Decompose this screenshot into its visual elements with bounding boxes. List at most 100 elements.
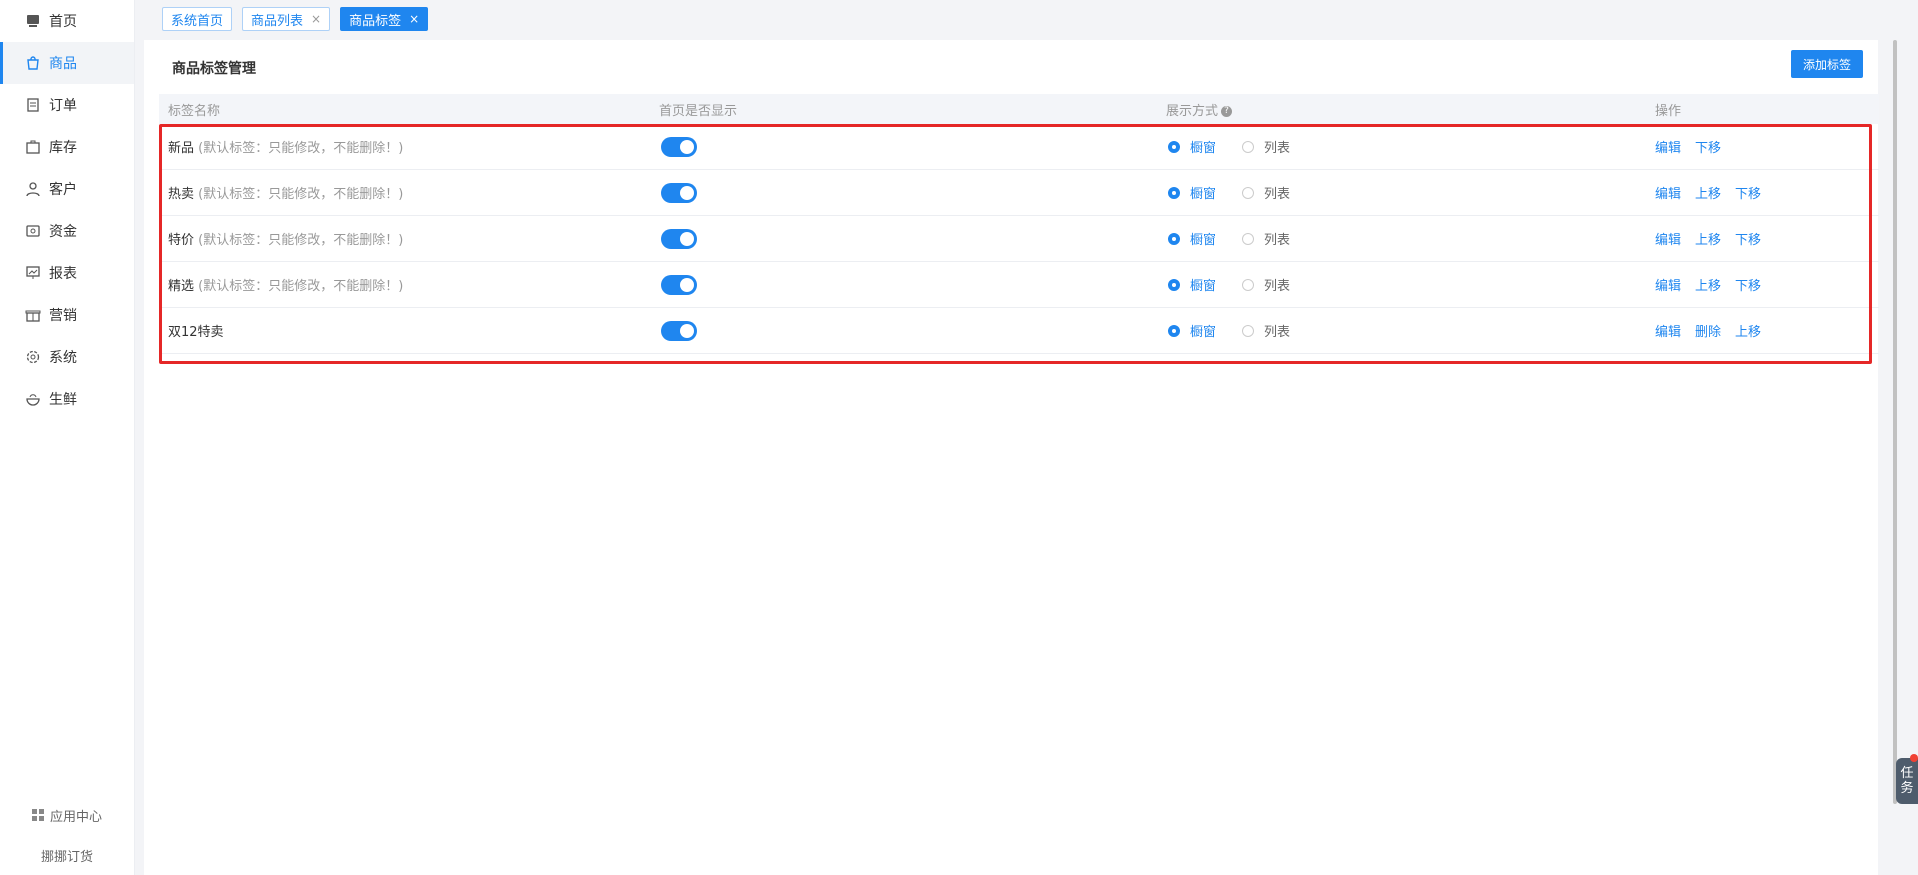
sidebar-item-label: 库存	[49, 140, 77, 156]
task-widget-line1: 任	[1900, 766, 1914, 781]
tag-name: 精选	[168, 279, 195, 294]
radio-list[interactable]: 列表	[1242, 275, 1290, 294]
tag-note: (默认标签：只能修改，不能删除！)	[198, 279, 404, 294]
radio-dot	[1242, 232, 1255, 245]
actions-cell: 编辑 删除 上移	[1655, 321, 1879, 340]
tabs-bar: 系统首页 商品列表 × 商品标签 ×	[144, 0, 1918, 38]
action-link[interactable]: 上移	[1695, 183, 1721, 202]
header-display-mode: 展示方式?	[1152, 100, 1655, 119]
grid-icon	[31, 809, 44, 821]
show-home-toggle[interactable]	[661, 182, 697, 203]
action-link[interactable]: 编辑	[1655, 321, 1681, 340]
radio-label: 橱窗	[1190, 141, 1217, 156]
action-link[interactable]: 编辑	[1655, 229, 1681, 248]
table-row: 特价 (默认标签：只能修改，不能删除！) 橱窗 列表 编辑 上移 下移	[159, 216, 1879, 262]
tags-table: 标签名称 首页是否显示 展示方式? 操作 新品 (默认标签：只能修改，不能删除！…	[159, 94, 1879, 354]
main-panel: 商品标签管理 添加标签 标签名称 首页是否显示 展示方式? 操作 新品 (默认标…	[144, 40, 1879, 875]
sidebar-item-label: 报表	[49, 266, 77, 282]
add-tag-button[interactable]: 添加标签	[1791, 50, 1863, 78]
sidebar-item-2[interactable]: 订单	[0, 84, 134, 126]
close-icon[interactable]: ×	[409, 12, 419, 26]
table-row: 热卖 (默认标签：只能修改，不能删除！) 橱窗 列表 编辑 上移 下移	[159, 170, 1879, 216]
action-link[interactable]: 编辑	[1655, 275, 1681, 294]
tag-name: 新品	[168, 141, 195, 156]
radio-list[interactable]: 列表	[1242, 183, 1290, 202]
tab-0[interactable]: 系统首页	[162, 7, 233, 31]
page-title: 商品标签管理	[172, 61, 256, 77]
radio-window[interactable]: 橱窗	[1168, 137, 1216, 156]
task-widget-line2: 务	[1900, 781, 1914, 796]
radio-list[interactable]: 列表	[1242, 229, 1290, 248]
close-icon[interactable]: ×	[311, 12, 321, 26]
gear-icon	[22, 346, 44, 368]
show-home-toggle[interactable]	[661, 274, 697, 295]
action-link[interactable]: 下移	[1695, 137, 1721, 156]
action-link[interactable]: 编辑	[1655, 137, 1681, 156]
radio-window[interactable]: 橱窗	[1168, 321, 1216, 340]
task-widget[interactable]: 任 务	[1896, 758, 1918, 804]
sidebar-item-8[interactable]: 系统	[0, 336, 134, 378]
sidebar-item-label: 系统	[49, 350, 77, 366]
actions-cell: 编辑 上移 下移	[1655, 275, 1879, 294]
tag-note: (默认标签：只能修改，不能删除！)	[198, 187, 404, 202]
tag-name-cell: 双12特卖	[159, 321, 655, 340]
tag-name: 特价	[168, 233, 195, 248]
sidebar-item-4[interactable]: 客户	[0, 168, 134, 210]
action-link[interactable]: 下移	[1735, 275, 1761, 294]
tab-label: 商品标签	[349, 13, 402, 29]
sidebar-item-5[interactable]: 资金	[0, 210, 134, 252]
table-row: 精选 (默认标签：只能修改，不能删除！) 橱窗 列表 编辑 上移 下移	[159, 262, 1879, 308]
display-mode-cell: 橱窗 列表	[1152, 275, 1655, 294]
actions-cell: 编辑 下移	[1655, 137, 1879, 156]
sidebar-item-3[interactable]: 库存	[0, 126, 134, 168]
radio-list[interactable]: 列表	[1242, 321, 1290, 340]
sidebar-item-9[interactable]: 生鲜	[0, 378, 134, 420]
radio-window[interactable]: 橱窗	[1168, 229, 1216, 248]
action-link[interactable]: 上移	[1695, 275, 1721, 294]
bowl-icon	[22, 388, 44, 410]
tab-label: 商品列表	[251, 13, 304, 29]
sidebar-item-label: 营销	[49, 308, 77, 324]
sidebar-item-label: 订单	[49, 98, 77, 114]
radio-list[interactable]: 列表	[1242, 137, 1290, 156]
radio-label: 橱窗	[1190, 187, 1217, 202]
sidebar-item-6[interactable]: 报表	[0, 252, 134, 294]
show-home-cell	[655, 182, 1152, 203]
radio-window[interactable]: 橱窗	[1168, 275, 1216, 294]
scrollbar[interactable]	[1893, 40, 1897, 804]
tab-2[interactable]: 商品标签 ×	[340, 7, 429, 31]
tag-name-cell: 新品 (默认标签：只能修改，不能删除！)	[159, 137, 655, 156]
header-display-mode-label: 展示方式	[1166, 103, 1219, 119]
display-mode-cell: 橱窗 列表	[1152, 137, 1655, 156]
show-home-toggle[interactable]	[661, 136, 697, 157]
radio-dot	[1168, 186, 1180, 199]
sidebar-nav: 首页 商品订单库存客户 资金报表营销系统生鲜	[0, 0, 134, 420]
action-link[interactable]: 删除	[1695, 321, 1721, 340]
action-link[interactable]: 下移	[1735, 229, 1761, 248]
radio-dot	[1168, 324, 1180, 337]
action-link[interactable]: 下移	[1735, 183, 1761, 202]
show-home-toggle[interactable]	[661, 228, 697, 249]
tab-label: 系统首页	[171, 13, 224, 29]
radio-label: 橱窗	[1190, 279, 1217, 294]
radio-label: 橱窗	[1190, 325, 1217, 340]
show-home-toggle[interactable]	[661, 320, 697, 341]
action-link[interactable]: 编辑	[1655, 183, 1681, 202]
tab-1[interactable]: 商品列表 ×	[242, 7, 331, 31]
action-link[interactable]: 上移	[1695, 229, 1721, 248]
sidebar-item-1[interactable]: 商品	[0, 42, 134, 84]
sidebar-item-7[interactable]: 营销	[0, 294, 134, 336]
user-icon	[22, 178, 44, 200]
table-body: 新品 (默认标签：只能修改，不能删除！) 橱窗 列表 编辑 下移 热卖 (默认标签：只能修…	[159, 124, 1879, 354]
action-link[interactable]: 上移	[1735, 321, 1761, 340]
sidebar: 首页 商品订单库存客户 资金报表营销系统生鲜 应用中心 挪挪订货	[0, 0, 135, 875]
show-home-cell	[655, 320, 1152, 341]
app-center-link[interactable]: 应用中心	[0, 795, 134, 835]
display-mode-cell: 橱窗 列表	[1152, 321, 1655, 340]
radio-dot	[1242, 324, 1255, 337]
help-icon[interactable]: ?	[1221, 105, 1233, 117]
radio-window[interactable]: 橱窗	[1168, 183, 1216, 202]
gift-icon	[22, 304, 44, 326]
sidebar-item-0[interactable]: 首页	[0, 0, 134, 42]
sidebar-bottom: 应用中心 挪挪订货	[0, 795, 134, 875]
